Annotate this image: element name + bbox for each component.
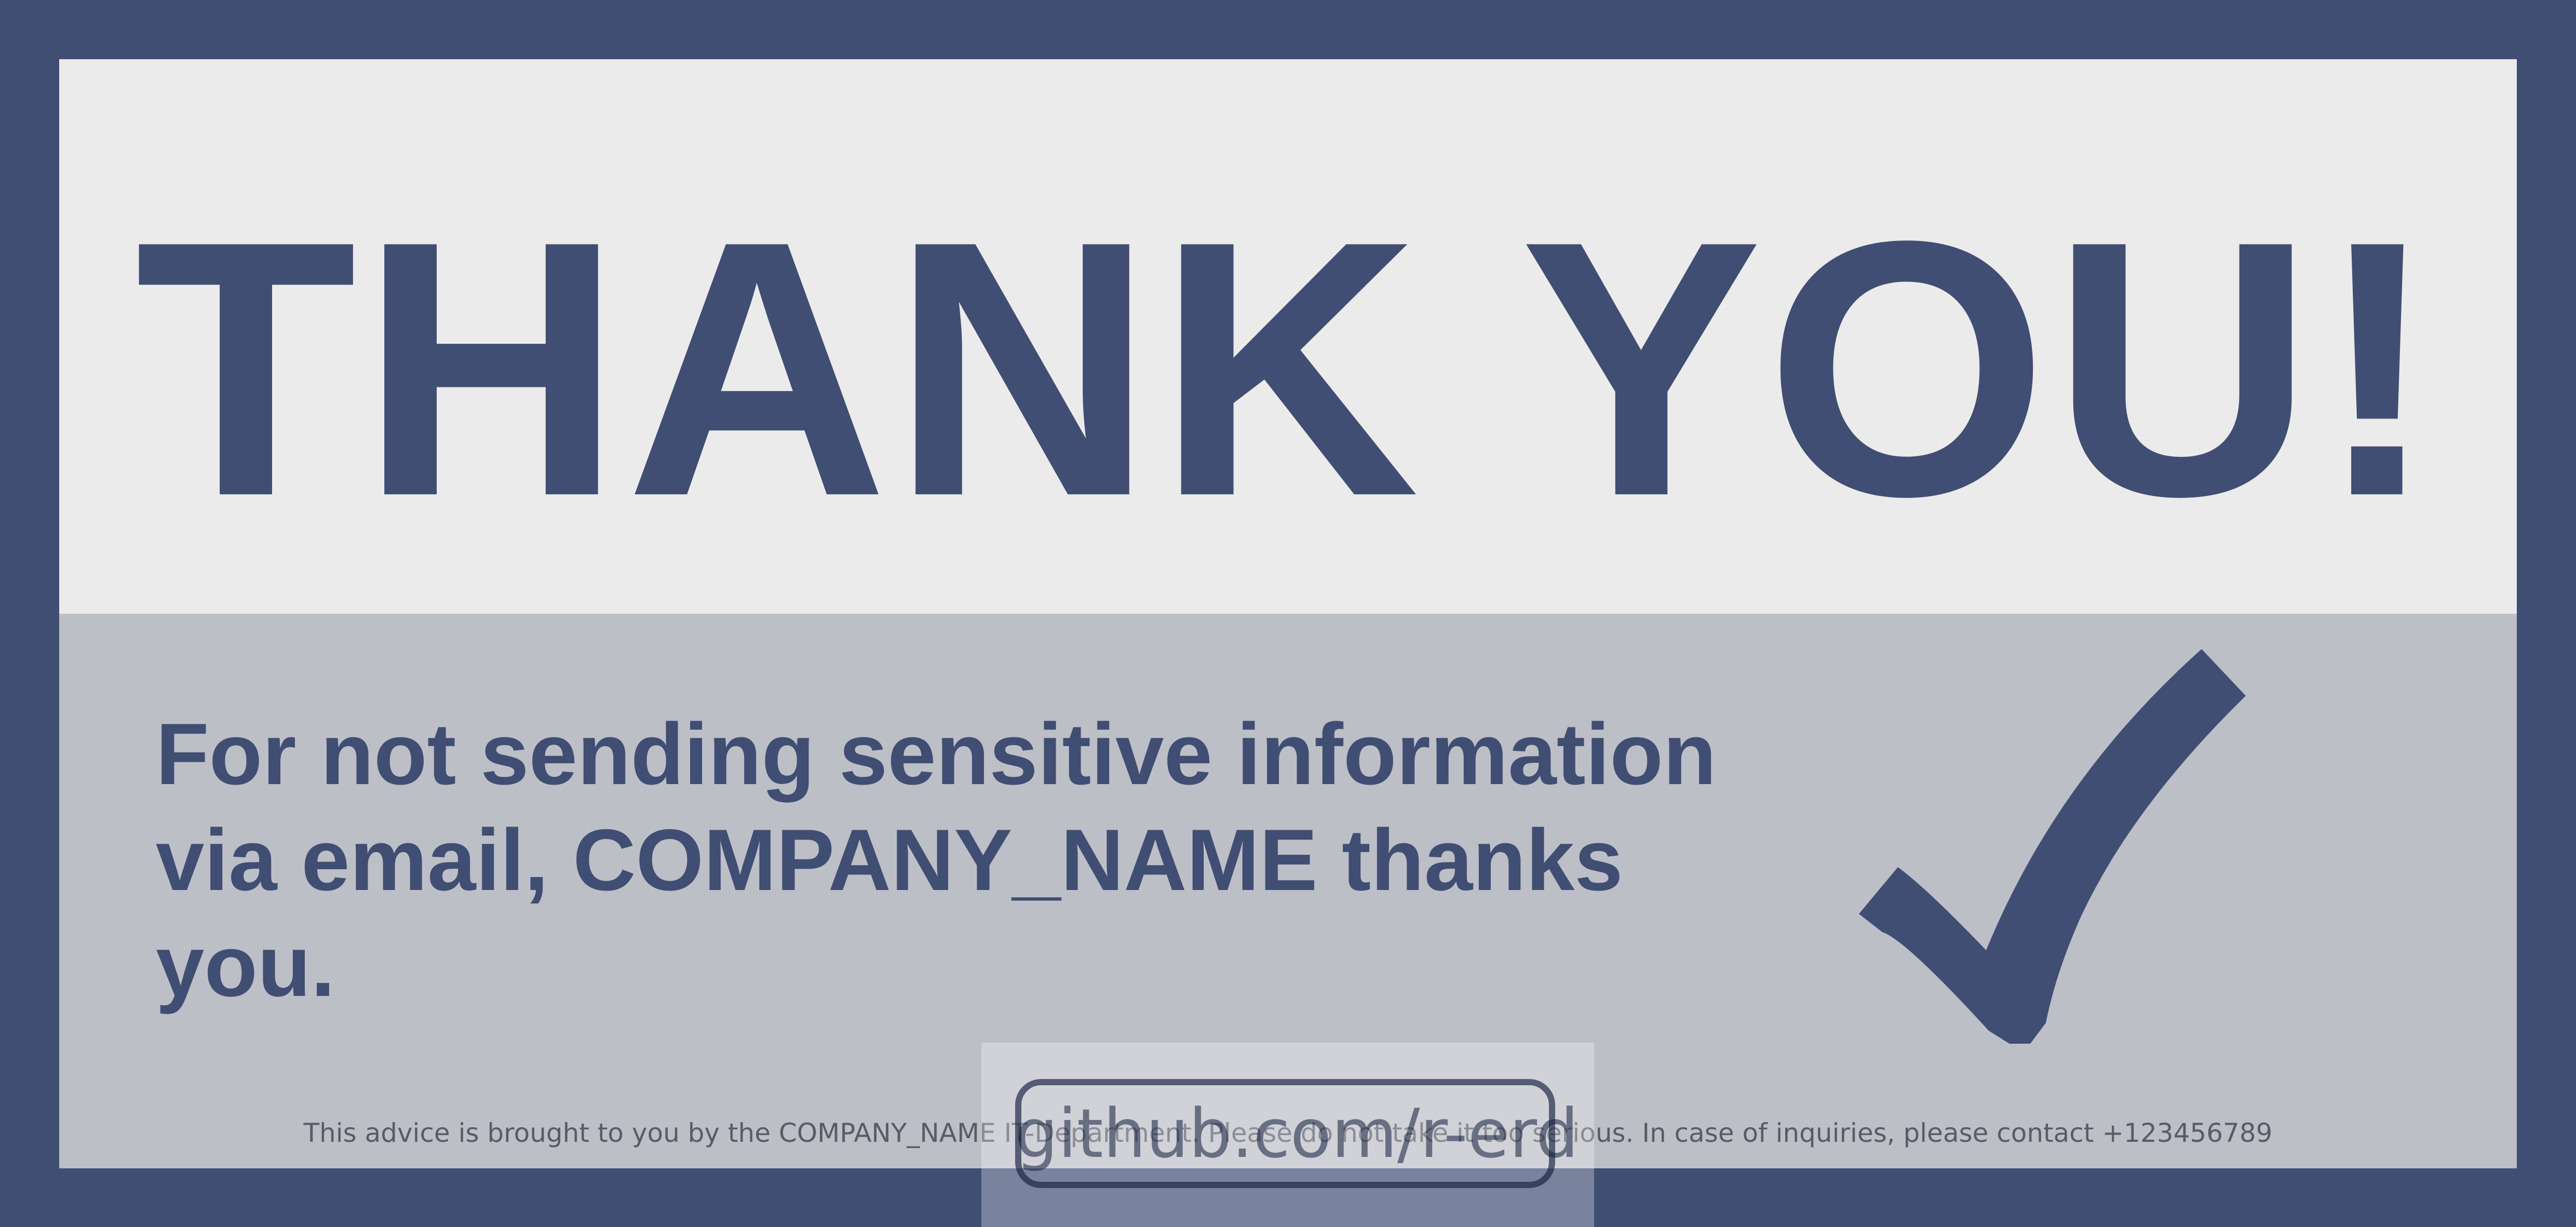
- poster-frame: THANK YOU! For not sending sensitive inf…: [0, 0, 2576, 1227]
- watermark-text: github.com/r-erd: [1015, 1094, 1579, 1173]
- thanks-message: For not sending sensitive information vi…: [156, 705, 1717, 1015]
- headline: THANK YOU!: [134, 166, 2442, 572]
- checkmark-icon: [1859, 649, 2246, 1044]
